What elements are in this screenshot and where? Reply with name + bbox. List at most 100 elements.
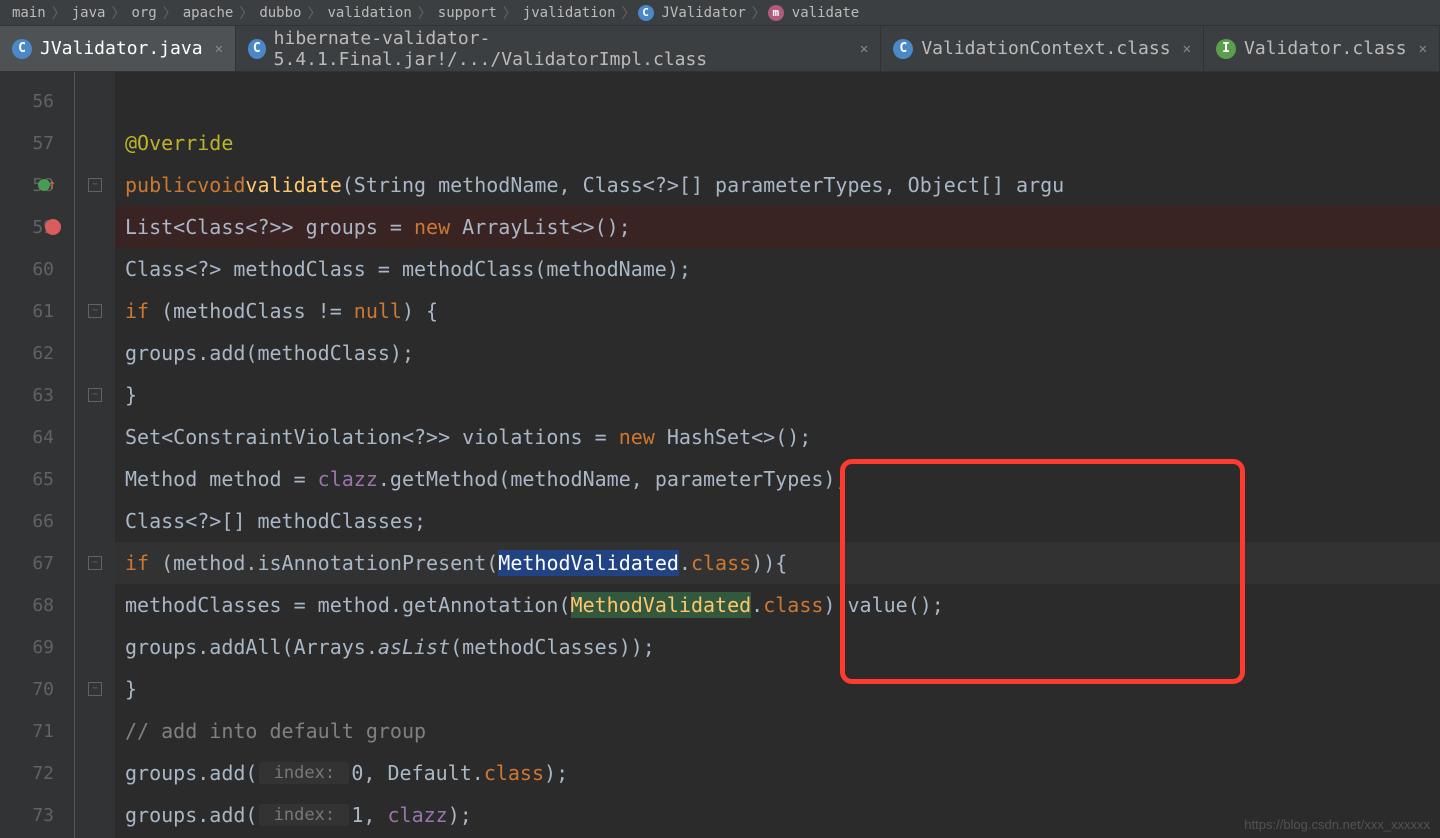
line-number[interactable]: 61 <box>0 290 74 332</box>
code-line[interactable]: groups.add(methodClass); <box>115 332 1440 374</box>
line-number[interactable]: 67 <box>0 542 74 584</box>
breakpoint-icon[interactable] <box>45 219 61 235</box>
line-number[interactable]: 73 <box>0 794 74 836</box>
line-number[interactable]: 69 <box>0 626 74 668</box>
line-number-gutter: 56 57 58 ↑ 59 60 61 62 63 64 65 66 67 68… <box>0 72 75 838</box>
keyword: new <box>414 215 450 239</box>
code-text: 1 <box>351 803 363 827</box>
tab-jvalidator[interactable]: C JValidator.java ✕ <box>0 26 236 71</box>
line-number[interactable]: 72 <box>0 752 74 794</box>
close-icon[interactable]: ✕ <box>1179 41 1191 57</box>
close-icon[interactable]: ✕ <box>1415 41 1427 57</box>
code-line[interactable]: Class<?> methodClass = methodClass(metho… <box>115 248 1440 290</box>
code-line[interactable]: @Override <box>115 122 1440 164</box>
code-line[interactable]: Set<ConstraintViolation<?>> violations =… <box>115 416 1440 458</box>
line-number[interactable]: 63 <box>0 374 74 416</box>
code-line[interactable]: } <box>115 374 1440 416</box>
line-number[interactable]: 68 <box>0 584 74 626</box>
fold-down-icon[interactable]: − <box>88 556 102 570</box>
code-text: ).value(); <box>823 593 943 617</box>
code-line[interactable]: Method method = clazz.getMethod(methodNa… <box>115 458 1440 500</box>
chevron-right-icon: 〉 <box>305 3 323 23</box>
method-name: validate <box>245 173 341 197</box>
breadcrumb-item[interactable]: validate <box>788 5 863 21</box>
chevron-right-icon: 〉 <box>501 3 519 23</box>
breadcrumb-item[interactable]: jvalidation <box>519 5 620 21</box>
code-line[interactable]: // add into default group <box>115 710 1440 752</box>
field: clazz <box>318 467 378 491</box>
tab-validatorimpl[interactable]: C hibernate-validator-5.4.1.Final.jar!/.… <box>236 26 881 71</box>
breadcrumb-item[interactable]: apache <box>179 5 238 21</box>
code-text: ); <box>544 761 568 785</box>
line-number[interactable]: 65 <box>0 458 74 500</box>
chevron-right-icon: 〉 <box>161 3 179 23</box>
code-text: )){ <box>751 551 787 575</box>
line-number[interactable]: 70 <box>0 668 74 710</box>
line-number[interactable]: 56 <box>0 80 74 122</box>
fold-down-icon[interactable]: − <box>88 178 102 192</box>
code-text: groups.add( <box>125 803 257 827</box>
tab-validator[interactable]: I Validator.class ✕ <box>1204 26 1440 71</box>
override-icon[interactable]: ↑ <box>38 177 56 193</box>
line-number[interactable]: 58 ↑ <box>0 164 74 206</box>
code-text: (method.isAnnotationPresent( <box>149 551 498 575</box>
breadcrumb-item[interactable]: main <box>8 5 50 21</box>
code-line[interactable]: groups.add( index: 0, Default.class); <box>115 752 1440 794</box>
code-text: Method method = <box>125 467 318 491</box>
code-line[interactable]: if (methodClass != null) { <box>115 290 1440 332</box>
line-number[interactable]: 59 <box>0 206 74 248</box>
code-text: ) { <box>402 299 438 323</box>
inlay-hint: index: <box>259 762 349 784</box>
fold-up-icon[interactable]: − <box>88 388 102 402</box>
method-icon: m <box>768 5 784 21</box>
tab-validationcontext[interactable]: C ValidationContext.class ✕ <box>881 26 1204 71</box>
editor[interactable]: 56 57 58 ↑ 59 60 61 62 63 64 65 66 67 68… <box>0 72 1440 838</box>
code-text: (methodClass != <box>149 299 354 323</box>
keyword: public <box>125 173 197 197</box>
code-content[interactable]: @Override public void validate(String me… <box>115 72 1440 838</box>
code-line[interactable]: Class<?>[] methodClasses; <box>115 500 1440 542</box>
breadcrumb-item[interactable]: org <box>127 5 160 21</box>
keyword: if <box>125 299 149 323</box>
code-line[interactable]: groups.add( index: 1, clazz); <box>115 794 1440 836</box>
line-number[interactable]: 71 <box>0 710 74 752</box>
annotation: @Override <box>125 131 233 155</box>
code-text: .getMethod(methodName, parameterTypes); <box>378 467 848 491</box>
fold-up-icon[interactable]: − <box>88 682 102 696</box>
code-line[interactable]: public void validate(String methodName, … <box>115 164 1440 206</box>
code-line[interactable]: groups.addAll(Arrays.asList(methodClasse… <box>115 626 1440 668</box>
code-text: . <box>751 593 763 617</box>
breadcrumb-item[interactable]: dubbo <box>255 5 305 21</box>
breadcrumb-item[interactable]: support <box>434 5 501 21</box>
chevron-right-icon: 〉 <box>50 3 68 23</box>
fold-down-icon[interactable]: − <box>88 304 102 318</box>
watermark: https://blog.csdn.net/xxx_xxxxxx <box>1244 817 1430 832</box>
close-icon[interactable]: ✕ <box>211 41 223 57</box>
code-line[interactable]: if (method.isAnnotationPresent(MethodVal… <box>115 542 1440 584</box>
chevron-right-icon: 〉 <box>750 3 768 23</box>
breadcrumb-item[interactable]: java <box>68 5 110 21</box>
line-number[interactable]: 64 <box>0 416 74 458</box>
breadcrumb-item[interactable]: JValidator <box>658 5 750 21</box>
line-number[interactable]: 62 <box>0 332 74 374</box>
code-text: HashSet<>(); <box>655 425 812 449</box>
code-line[interactable]: List<Class<?>> groups = new ArrayList<>(… <box>115 206 1440 248</box>
code-line[interactable] <box>115 80 1440 122</box>
line-number[interactable]: 60 <box>0 248 74 290</box>
code-text: , <box>363 803 387 827</box>
code-line[interactable]: } <box>115 668 1440 710</box>
code-text: Class<?> methodClass = methodClass(metho… <box>125 257 691 281</box>
breadcrumb-item[interactable]: validation <box>323 5 415 21</box>
code-line[interactable]: methodClasses = method.getAnnotation(Met… <box>115 584 1440 626</box>
keyword: null <box>354 299 402 323</box>
line-number[interactable]: 66 <box>0 500 74 542</box>
close-icon[interactable]: ✕ <box>856 41 868 57</box>
code-text: } <box>125 383 137 407</box>
code-text: groups.add(methodClass); <box>125 341 414 365</box>
line-number[interactable]: 57 <box>0 122 74 164</box>
static-method: asList <box>378 635 450 659</box>
chevron-right-icon: 〉 <box>109 3 127 23</box>
keyword: if <box>125 551 149 575</box>
code-text: 0 <box>351 761 363 785</box>
keyword: class <box>484 761 544 785</box>
